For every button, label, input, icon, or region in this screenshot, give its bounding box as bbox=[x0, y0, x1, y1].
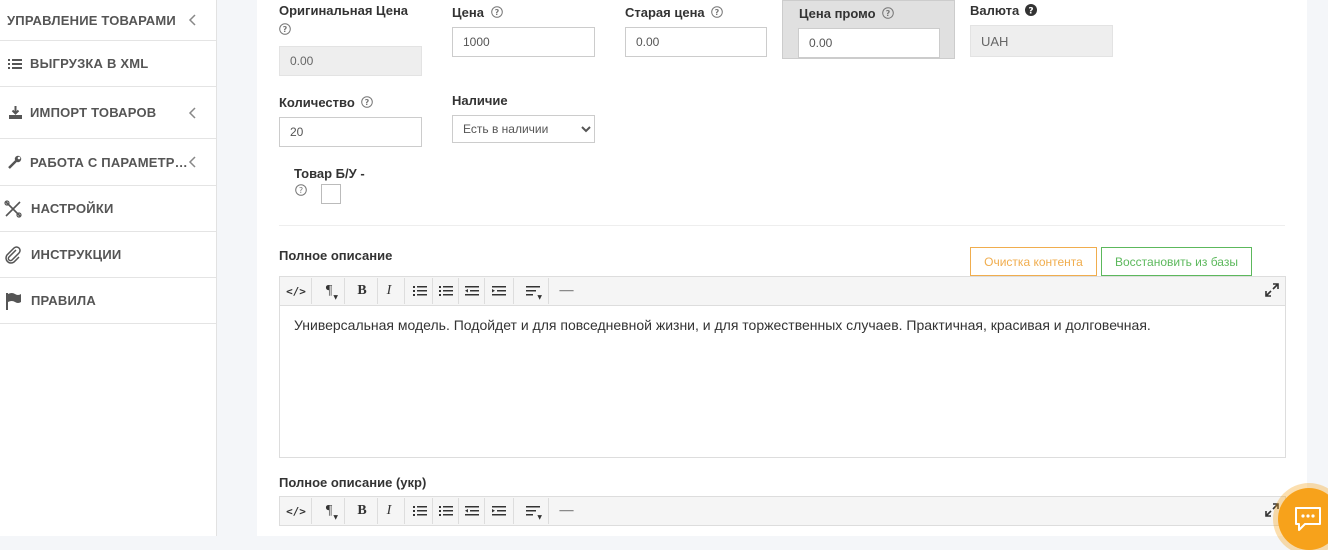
unordered-list-icon bbox=[412, 506, 427, 516]
availability-label: Наличие bbox=[452, 93, 508, 108]
indent-button[interactable] bbox=[485, 498, 514, 524]
used-product-label: Товар Б/У - bbox=[294, 166, 365, 181]
sidebar-item-parameters[interactable]: РАБОТА С ПАРАМЕТР… bbox=[0, 139, 216, 186]
wrench-icon bbox=[6, 154, 24, 170]
horizontal-rule-button[interactable]: — bbox=[551, 278, 582, 304]
svg-text:?: ? bbox=[494, 8, 499, 17]
sidebar-item-settings[interactable]: НАСТРОЙКИ bbox=[0, 186, 216, 232]
currency-label: Валюта ? bbox=[970, 3, 1037, 18]
sidebar-item-product-import[interactable]: ИМПОРТ ТОВАРОВ bbox=[0, 87, 216, 139]
promo-price-group: Цена промо ? bbox=[782, 0, 955, 59]
horizontal-rule-button[interactable]: — bbox=[551, 498, 582, 524]
full-description-label: Полное описание bbox=[279, 248, 393, 263]
help-icon[interactable]: ? bbox=[295, 184, 307, 196]
sidebar: УПРАВЛЕНИЕ ТОВАРАМИ ВЫГРУЗКА В XML ИМПОР… bbox=[0, 0, 217, 536]
price-field[interactable] bbox=[452, 27, 595, 57]
svg-text:?: ? bbox=[1028, 6, 1033, 16]
help-icon[interactable]: ? bbox=[711, 5, 724, 18]
ordered-list-icon bbox=[438, 506, 453, 516]
used-product-checkbox[interactable] bbox=[321, 184, 341, 204]
paragraph-icon: ¶ bbox=[325, 503, 333, 518]
ordered-list-button[interactable] bbox=[433, 498, 459, 524]
sidebar-item-rules[interactable]: ПРАВИЛА bbox=[0, 278, 216, 324]
help-icon[interactable]: ? bbox=[279, 22, 291, 35]
sidebar-item-label: ИНСТРУКЦИИ bbox=[31, 247, 122, 262]
sidebar-item-label: ИМПОРТ ТОВАРОВ bbox=[30, 105, 157, 120]
sidebar-item-product-management[interactable]: УПРАВЛЕНИЕ ТОВАРАМИ bbox=[0, 0, 216, 41]
help-icon[interactable]: ? bbox=[882, 6, 894, 19]
product-form-card: Оригинальная Цена ? Цена ? Старая цена ?… bbox=[257, 0, 1307, 536]
sidebar-item-instructions[interactable]: ИНСТРУКЦИИ bbox=[0, 232, 216, 278]
svg-text:?: ? bbox=[283, 25, 288, 34]
editor-toolbar: </> ¶ ▼ B I ▼ — bbox=[279, 276, 1286, 306]
price-label: Цена ? bbox=[452, 5, 503, 20]
ordered-list-button[interactable] bbox=[433, 278, 459, 304]
unordered-list-button[interactable] bbox=[407, 498, 433, 524]
chevron-left-icon bbox=[188, 156, 196, 168]
fullscreen-icon[interactable] bbox=[1265, 503, 1279, 517]
italic-button[interactable]: I bbox=[374, 278, 405, 304]
chevron-left-icon bbox=[188, 14, 196, 26]
promo-price-label: Цена промо ? bbox=[799, 6, 894, 21]
help-filled-icon[interactable]: ? bbox=[1024, 3, 1037, 16]
help-icon[interactable]: ? bbox=[490, 5, 503, 18]
outdent-button[interactable] bbox=[459, 498, 485, 524]
sidebar-item-label: УПРАВЛЕНИЕ ТОВАРАМИ bbox=[7, 12, 176, 28]
description-editor[interactable]: Универсальная модель. Подойдет и для пов… bbox=[279, 306, 1286, 458]
italic-button[interactable]: I bbox=[374, 498, 405, 524]
chat-icon bbox=[1295, 507, 1321, 531]
paragraph-style-button[interactable]: ¶ ▼ bbox=[314, 278, 345, 304]
full-description-ukr-label: Полное описание (укр) bbox=[279, 475, 427, 490]
sidebar-item-label: ВЫГРУЗКА В XML bbox=[30, 56, 149, 71]
chat-widget-button[interactable] bbox=[1278, 488, 1328, 550]
paperclip-icon bbox=[3, 245, 23, 264]
quantity-label: Количество ? bbox=[279, 95, 374, 110]
paragraph-style-button[interactable]: ¶ ▼ bbox=[314, 498, 345, 524]
help-icon[interactable]: ? bbox=[361, 95, 374, 108]
outdent-icon bbox=[464, 506, 479, 516]
sidebar-item-label: НАСТРОЙКИ bbox=[31, 201, 114, 216]
indent-button[interactable] bbox=[485, 278, 514, 304]
divider bbox=[279, 225, 1285, 226]
unordered-list-button[interactable] bbox=[407, 278, 433, 304]
original-price-field[interactable] bbox=[279, 46, 422, 76]
sidebar-item-label: РАБОТА С ПАРАМЕТР… bbox=[30, 154, 188, 170]
original-price-label: Оригинальная Цена ? bbox=[279, 3, 409, 35]
svg-text:?: ? bbox=[886, 9, 891, 18]
chevron-left-icon bbox=[188, 106, 196, 119]
align-button[interactable]: ▼ bbox=[518, 498, 549, 524]
svg-text:?: ? bbox=[299, 186, 303, 195]
clear-content-button[interactable]: Очистка контента bbox=[970, 247, 1097, 276]
old-price-label: Старая цена ? bbox=[625, 5, 724, 20]
old-price-field[interactable] bbox=[625, 27, 767, 57]
tools-icon bbox=[3, 199, 23, 218]
code-view-button[interactable]: </> bbox=[281, 278, 312, 304]
list-icon bbox=[6, 56, 24, 72]
editor-toolbar-ukr: </> ¶ ▼ B I ▼ — bbox=[279, 496, 1286, 526]
svg-text:?: ? bbox=[365, 98, 370, 107]
fullscreen-icon[interactable] bbox=[1265, 283, 1279, 297]
restore-from-db-button[interactable]: Восстановить из базы bbox=[1101, 247, 1252, 276]
sidebar-item-label: ПРАВИЛА bbox=[31, 293, 96, 308]
quantity-field[interactable] bbox=[279, 117, 422, 147]
ordered-list-icon bbox=[438, 286, 453, 296]
sidebar-item-xml-export[interactable]: ВЫГРУЗКА В XML bbox=[0, 41, 216, 87]
unordered-list-icon bbox=[412, 286, 427, 296]
indent-icon bbox=[492, 286, 506, 296]
align-button[interactable]: ▼ bbox=[518, 278, 549, 304]
outdent-button[interactable] bbox=[459, 278, 485, 304]
currency-field[interactable] bbox=[970, 25, 1113, 57]
indent-icon bbox=[492, 506, 506, 516]
outdent-icon bbox=[464, 286, 479, 296]
code-view-button[interactable]: </> bbox=[281, 498, 312, 524]
svg-text:?: ? bbox=[715, 8, 720, 17]
promo-price-field[interactable] bbox=[798, 28, 940, 58]
availability-select[interactable]: Есть в наличии bbox=[452, 115, 595, 143]
download-icon bbox=[6, 105, 24, 121]
paragraph-icon: ¶ bbox=[325, 283, 333, 298]
flag-icon bbox=[3, 292, 23, 310]
